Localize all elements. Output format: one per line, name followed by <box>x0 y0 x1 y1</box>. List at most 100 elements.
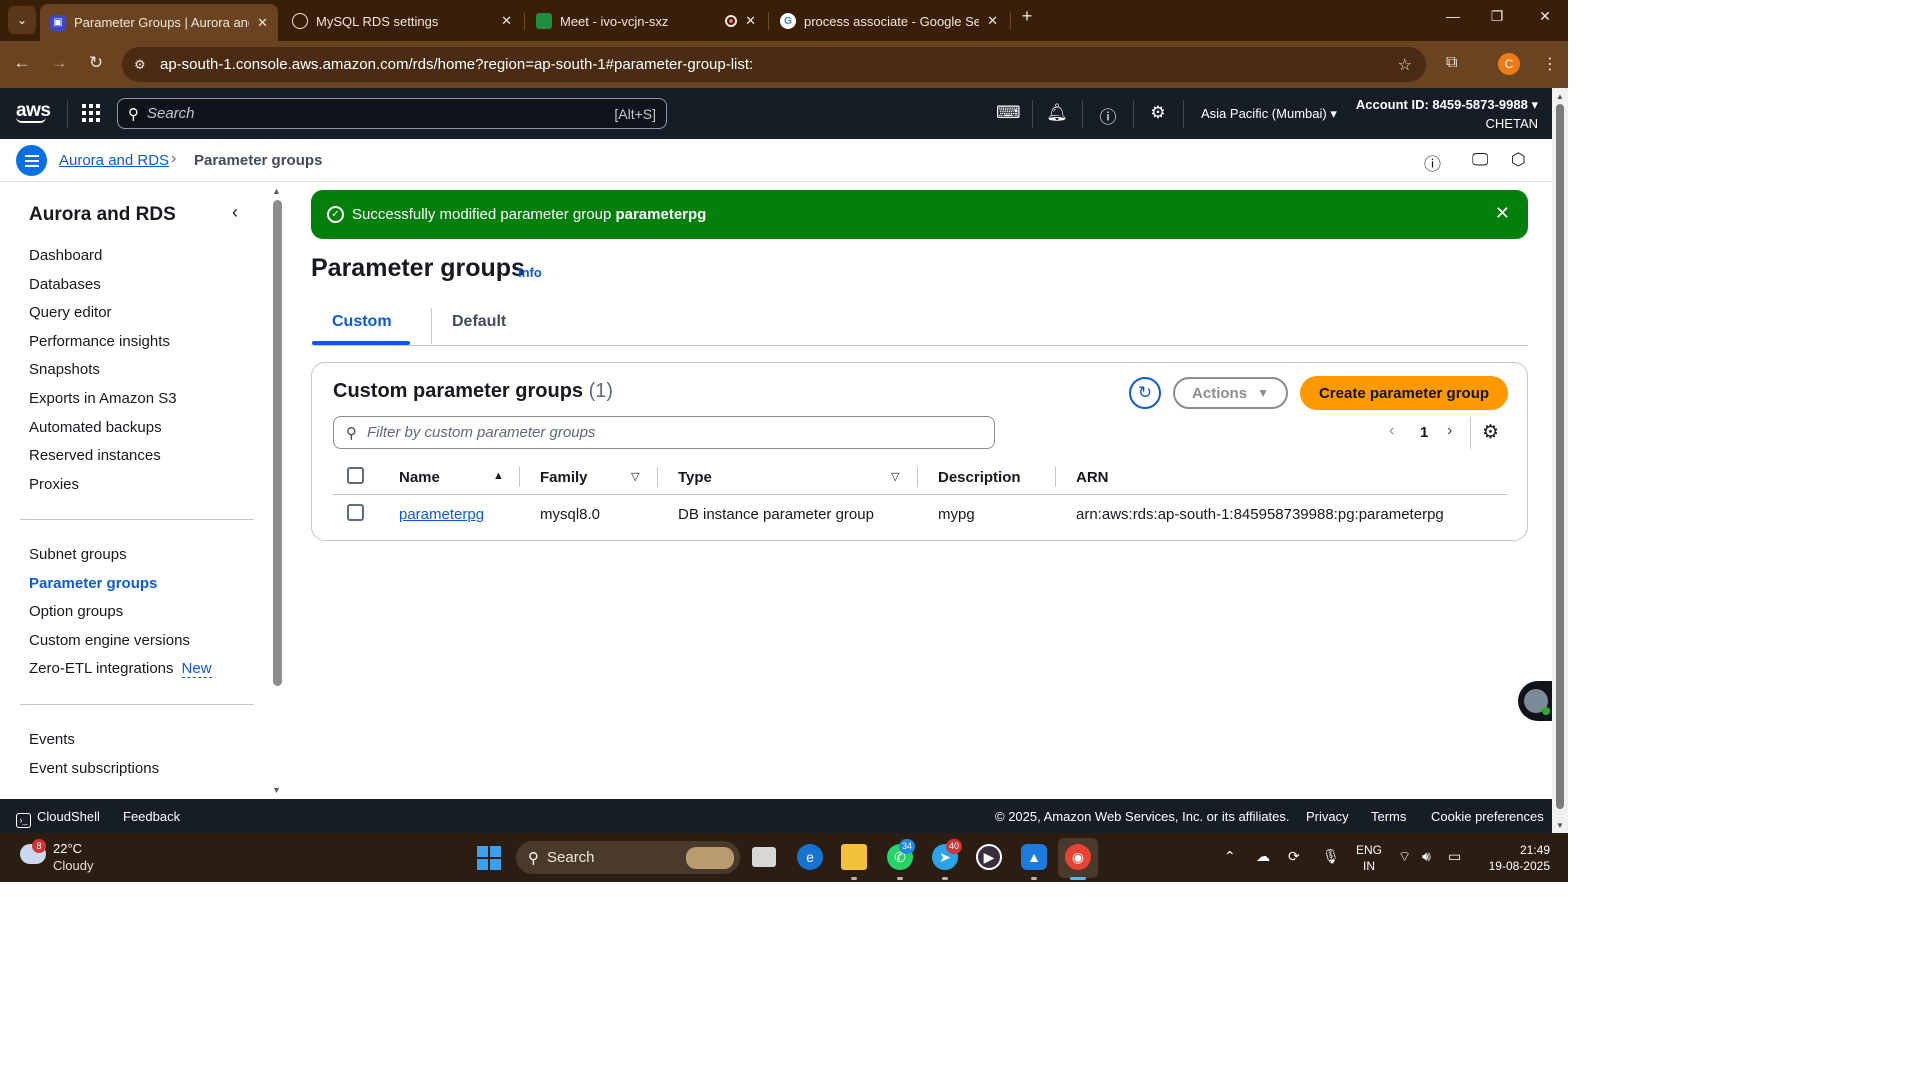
sidebar-item-custom-engine-versions[interactable]: Custom engine versions <box>29 632 190 649</box>
scroll-up-arrow-icon[interactable]: ▲ <box>1556 92 1564 101</box>
sort-toggle-icon[interactable]: ▽ <box>891 470 899 483</box>
sidebar-item-exports-s3[interactable]: Exports in Amazon S3 <box>29 390 177 407</box>
scroll-up-arrow-icon[interactable]: ▲ <box>272 186 281 196</box>
close-tab-icon[interactable]: ✕ <box>987 13 998 29</box>
tab-custom[interactable]: Custom <box>332 313 392 331</box>
close-tab-icon[interactable]: ✕ <box>257 15 268 31</box>
cloudshell-icon[interactable]: ⌨ <box>996 103 1021 123</box>
scroll-down-arrow-icon[interactable]: ▼ <box>1556 821 1564 830</box>
aws-search-input[interactable]: ⚲ Search [Alt+S] <box>117 98 667 129</box>
feedback-link[interactable]: Feedback <box>123 809 180 824</box>
aws-logo[interactable]: aws <box>16 100 51 123</box>
refresh-button[interactable]: ↻ <box>1129 377 1161 409</box>
chevron-right-icon[interactable]: › <box>1447 422 1452 440</box>
sidebar-item-events[interactable]: Events <box>29 731 75 748</box>
bookmark-star-icon[interactable]: ☆ <box>1398 55 1412 75</box>
column-divider[interactable] <box>657 467 658 487</box>
sidebar-item-event-subscriptions[interactable]: Event subscriptions <box>29 760 159 777</box>
region-selector[interactable]: Asia Pacific (Mumbai) ▾ <box>1201 106 1337 122</box>
info-circle-icon[interactable]: ⓘ <box>1424 150 1441 175</box>
onedrive-icon[interactable]: ☁ <box>1256 848 1270 865</box>
battery-icon[interactable]: ▭ <box>1448 848 1461 865</box>
settings-hexagon-icon[interactable]: ⬡ <box>1511 150 1526 170</box>
sidebar-item-databases[interactable]: Databases <box>29 276 101 293</box>
browser-tab-3[interactable]: Meet - ivo-vcjn-sxz ✕ <box>526 5 766 37</box>
tab-default[interactable]: Default <box>452 313 506 331</box>
reload-icon[interactable]: ↻ <box>84 53 108 73</box>
page-scrollbar[interactable]: ▲ ▼ <box>1552 88 1568 833</box>
feedback-monitor-icon[interactable]: 🖵︎ <box>1472 150 1488 170</box>
row-checkbox[interactable] <box>347 504 364 521</box>
cookie-preferences-link[interactable]: Cookie preferences <box>1431 809 1544 824</box>
tab-search-button[interactable]: ⌄ <box>8 6 36 34</box>
chevron-left-icon[interactable]: ‹ <box>1389 422 1394 440</box>
sidebar-item-dashboard[interactable]: Dashboard <box>29 247 102 264</box>
scroll-down-arrow-icon[interactable]: ▼ <box>272 785 281 795</box>
sidebar-item-query-editor[interactable]: Query editor <box>29 304 112 321</box>
column-divider[interactable] <box>917 467 918 487</box>
file-explorer-icon[interactable] <box>841 844 867 870</box>
minimize-icon[interactable]: — <box>1438 8 1468 24</box>
sort-toggle-icon[interactable]: ▽ <box>631 470 639 483</box>
close-tab-icon[interactable]: ✕ <box>745 13 756 29</box>
account-menu[interactable]: Account ID: 8459-5873-9988 ▾ CHETAN <box>1356 95 1538 133</box>
column-divider[interactable] <box>519 467 520 487</box>
new-tab-button[interactable]: + <box>1012 6 1042 27</box>
chrome-icon[interactable]: ◉ <box>1065 844 1091 870</box>
page-number[interactable]: 1 <box>1420 424 1428 441</box>
url-text[interactable]: ap-south-1.console.aws.amazon.com/rds/ho… <box>160 56 753 73</box>
site-settings-icon[interactable]: ⚙ <box>134 57 154 73</box>
volume-icon[interactable]: 🔊︎ <box>1422 848 1431 865</box>
info-link[interactable]: Info <box>518 265 542 280</box>
column-header-type[interactable]: Type <box>678 469 712 486</box>
cloudshell-button[interactable]: ›_ CloudShell <box>16 809 100 828</box>
browser-menu-icon[interactable]: ⋮ <box>1542 54 1558 74</box>
close-tab-icon[interactable]: ✕ <box>501 13 512 29</box>
sidebar-item-reserved-instances[interactable]: Reserved instances <box>29 447 161 464</box>
photos-app-icon[interactable]: ▲ <box>1021 844 1047 870</box>
system-clock[interactable]: 21:49 19-08-2025 <box>1484 842 1550 874</box>
side-nav-toggle-button[interactable] <box>16 145 47 176</box>
taskbar-search[interactable]: ⚲ Search <box>516 841 740 874</box>
filter-input[interactable]: ⚲ Filter by custom parameter groups <box>333 416 995 449</box>
task-view-icon[interactable] <box>752 847 776 867</box>
dismiss-close-icon[interactable]: ✕ <box>1495 203 1510 224</box>
notifications-bell-icon[interactable]: 🔔︎ <box>1046 103 1068 123</box>
profile-avatar[interactable]: C <box>1498 53 1520 75</box>
weather-temperature[interactable]: 22°C <box>53 841 82 856</box>
actions-dropdown-button[interactable]: Actions ▼ <box>1173 377 1288 409</box>
sort-ascending-icon[interactable]: ▲ <box>493 470 504 482</box>
microphone-icon[interactable]: 🎙︎ <box>1322 848 1340 865</box>
sync-icon[interactable]: ⟳ <box>1288 848 1300 865</box>
page-scrollbar-thumb[interactable] <box>1556 104 1564 809</box>
sidebar-item-performance-insights[interactable]: Performance insights <box>29 333 170 350</box>
sidebar-scrollbar-thumb[interactable] <box>273 200 282 686</box>
column-header-name[interactable]: Name <box>399 469 440 486</box>
column-divider[interactable] <box>1055 467 1056 487</box>
sidebar-item-automated-backups[interactable]: Automated backups <box>29 419 162 436</box>
wifi-icon[interactable]: ⌔ <box>1398 848 1411 866</box>
media-player-icon[interactable]: ▶ <box>976 844 1002 870</box>
collapse-chevron-left-icon[interactable]: ‹ <box>232 202 238 223</box>
settings-gear-icon[interactable]: ⚙ <box>1147 103 1169 123</box>
column-header-description[interactable]: Description <box>938 469 1021 486</box>
edge-browser-icon[interactable]: e <box>797 844 823 870</box>
forward-arrow-icon[interactable]: → <box>47 53 71 73</box>
privacy-link[interactable]: Privacy <box>1306 809 1349 824</box>
back-arrow-icon[interactable]: ← <box>10 53 34 73</box>
browser-tab-4[interactable]: G process associate - Google Sear ✕ <box>770 5 1008 37</box>
parameter-group-name-link[interactable]: parameterpg <box>399 506 484 523</box>
extensions-puzzle-icon[interactable]: ⧉ <box>1446 54 1457 72</box>
sidebar-item-option-groups[interactable]: Option groups <box>29 603 123 620</box>
column-header-arn[interactable]: ARN <box>1076 469 1109 486</box>
show-hidden-icons-chevron-up-icon[interactable]: ⌃ <box>1224 848 1236 865</box>
close-window-icon[interactable]: ✕ <box>1530 8 1560 25</box>
table-preferences-gear-icon[interactable]: ⚙ <box>1482 421 1499 444</box>
sidebar-item-zero-etl[interactable]: Zero-ETL integrations New <box>29 660 212 678</box>
weather-description[interactable]: Cloudy <box>53 858 93 873</box>
column-header-family[interactable]: Family <box>540 469 588 486</box>
windows-start-icon[interactable] <box>477 846 501 870</box>
sidebar-item-proxies[interactable]: Proxies <box>29 476 79 493</box>
help-icon[interactable]: ⓘ <box>1097 103 1119 128</box>
restore-window-icon[interactable]: ❐ <box>1482 8 1512 25</box>
